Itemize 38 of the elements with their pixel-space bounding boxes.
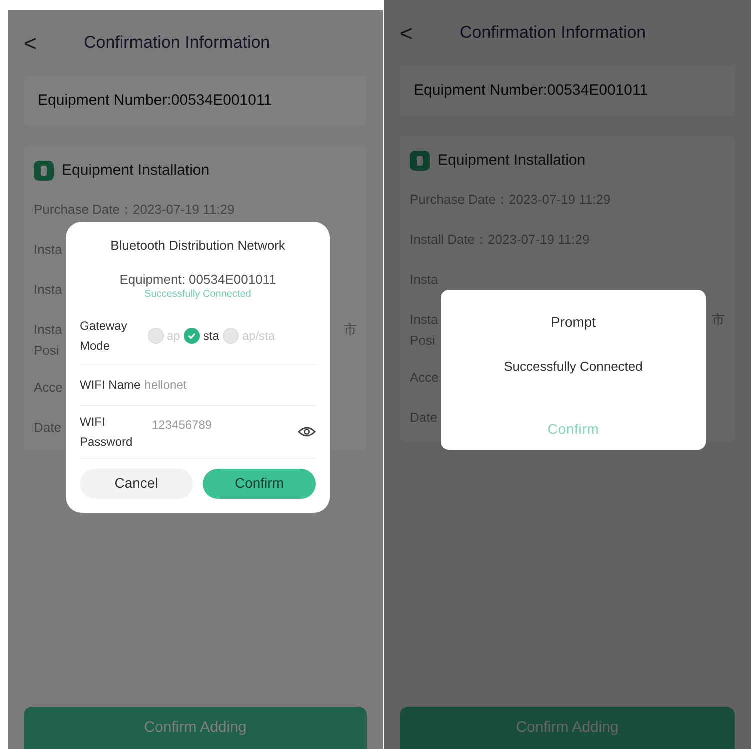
check-icon [187, 330, 198, 340]
section-title: Equipment Installation [438, 151, 586, 171]
info-text: Date [34, 418, 62, 436]
radio-button[interactable] [148, 328, 164, 344]
field-label: WIFI Password [80, 414, 134, 450]
confirm-adding-button[interactable]: Confirm Adding [24, 707, 367, 749]
back-button[interactable]: < [400, 16, 460, 50]
device-icon [410, 151, 430, 172]
wifi-name-field[interactable]: hellonet [144, 376, 187, 394]
cancel-button[interactable]: Cancel [80, 468, 193, 498]
equipment-number-card: Equipment Number:00534E001011 [24, 76, 367, 126]
device-icon [34, 161, 54, 182]
dialog-message: Successfully Connected [504, 358, 643, 376]
info-text: Acce [34, 378, 63, 396]
radio-button[interactable] [184, 328, 200, 344]
radio-label: sta [203, 328, 220, 344]
confirm-adding-button[interactable]: Confirm Adding [400, 707, 735, 749]
radio-button[interactable] [223, 328, 240, 344]
info-text: Insta [34, 240, 62, 258]
confirm-button[interactable]: Confirm [203, 468, 316, 498]
equipment-text: Equipment: 00534E001011 [118, 272, 278, 288]
page-title: Confirmation Information [84, 32, 270, 54]
connection-status: Successfully Connected [144, 288, 252, 302]
dialog-title: Bluetooth Distribution Network [110, 237, 286, 255]
equipment-number-card: Equipment Number:00534E001011 [400, 66, 735, 116]
page-title: Confirmation Information [460, 22, 646, 44]
info-text: Purchase Date：2023-07-19 11:29 [34, 200, 235, 218]
info-text: Insta [34, 280, 62, 298]
password-field[interactable]: 123456789 [152, 416, 298, 434]
field-label: Gateway Mode [80, 318, 128, 354]
eye-icon[interactable] [298, 426, 316, 438]
info-text: Insta Posi [34, 320, 62, 360]
field-label: WIFI Name [80, 376, 141, 394]
confirm-button[interactable]: Confirm [548, 418, 600, 440]
dialog-title: Prompt [550, 313, 596, 332]
info-value: 市 [344, 320, 357, 338]
section-title: Equipment Installation [62, 161, 210, 181]
back-button[interactable]: < [24, 26, 84, 60]
